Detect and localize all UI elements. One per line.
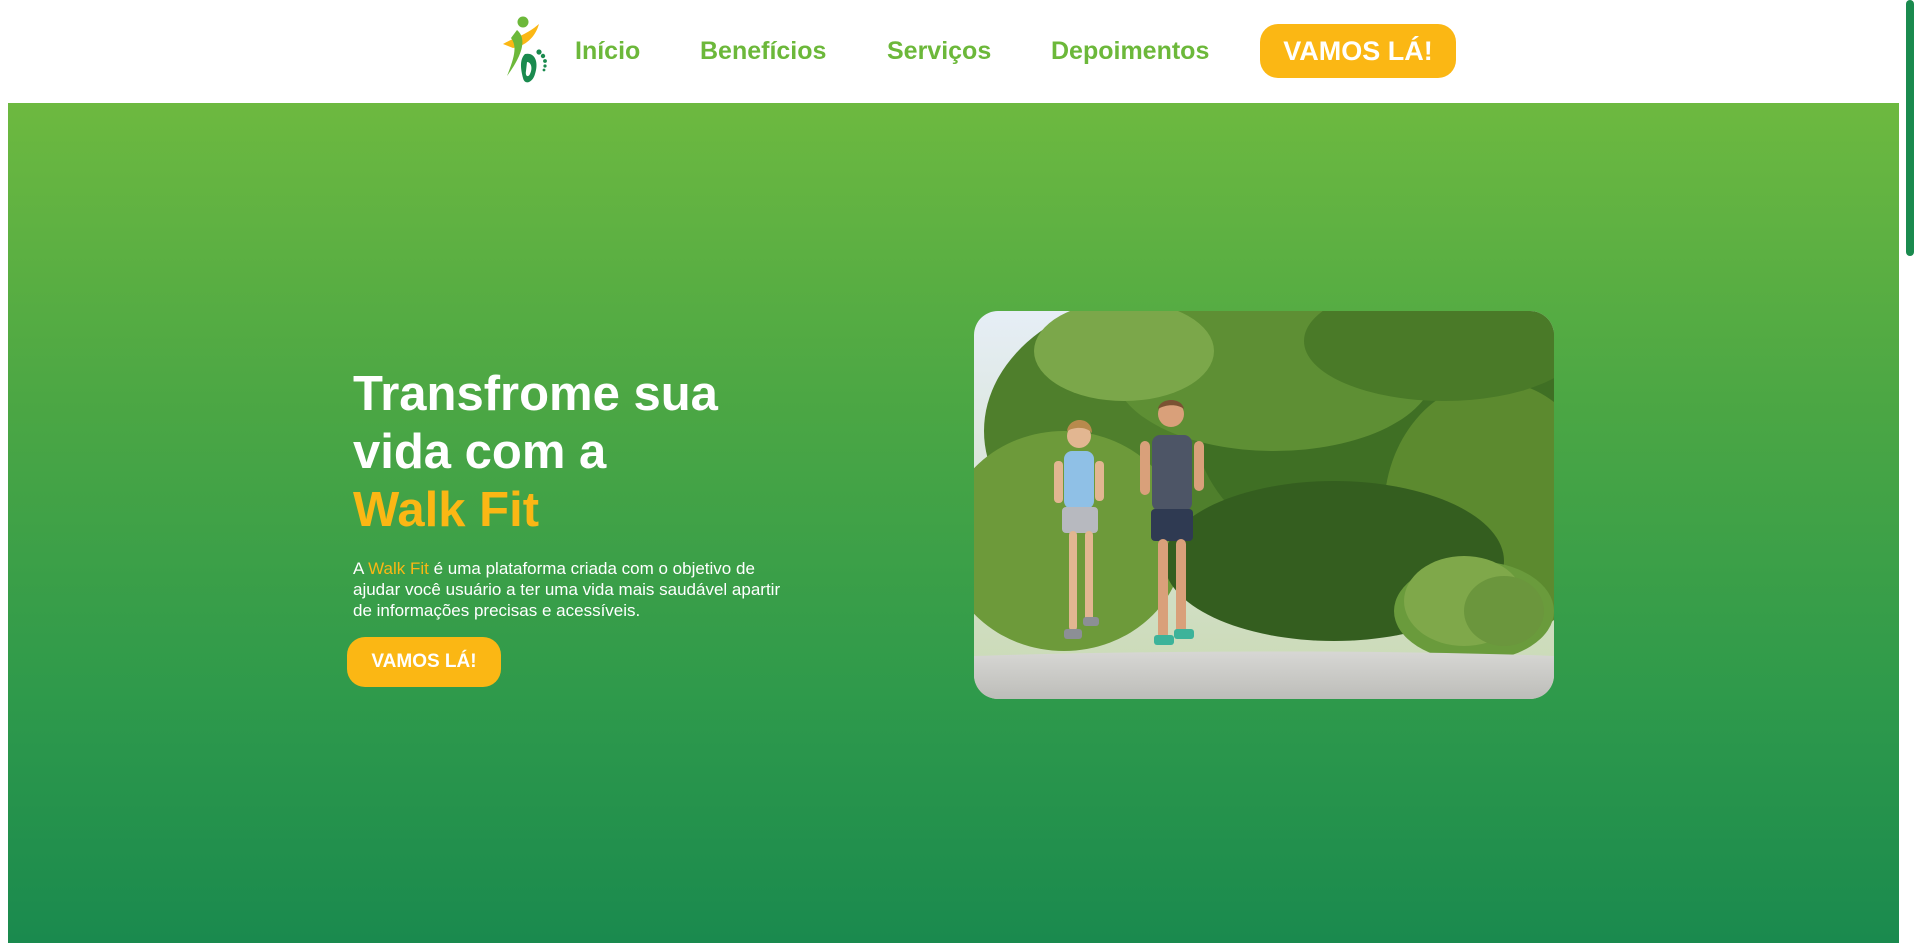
nav-link-beneficios[interactable]: Benefícios — [700, 37, 826, 66]
walk-fit-logo-icon[interactable] — [495, 16, 551, 88]
hero-description: A Walk Fit é uma plataforma criada com o… — [353, 558, 793, 621]
hero-desc-prefix: A — [353, 559, 369, 578]
hero-title-line-1: Transfrome sua — [353, 367, 718, 421]
nav-link-inicio[interactable]: Início — [575, 37, 640, 66]
hero-desc-brand: Walk Fit — [368, 559, 429, 578]
nav-link-depoimentos[interactable]: Depoimentos — [1051, 37, 1209, 66]
scrollbar-thumb[interactable] — [1906, 0, 1914, 256]
hero-section: Transfrome sua vida com a Walk Fit A Wal… — [8, 103, 1899, 943]
runners-photo — [974, 311, 1554, 699]
header-cta-button[interactable]: VAMOS LÁ! — [1260, 24, 1456, 78]
hero-photo — [974, 311, 1554, 699]
page: Início Benefícios Serviços Depoimentos V… — [0, 0, 1919, 943]
hero-title: Transfrome sua vida com a Walk Fit — [353, 365, 873, 539]
page-scrollbar[interactable] — [1900, 0, 1919, 943]
hero-cta-button[interactable]: VAMOS LÁ! — [347, 637, 501, 687]
hero-title-line-2: vida com a — [353, 425, 607, 479]
site-header: Início Benefícios Serviços Depoimentos V… — [0, 0, 1900, 102]
hero-title-brand: Walk Fit — [353, 483, 540, 537]
nav-link-servicos[interactable]: Serviços — [887, 37, 991, 66]
